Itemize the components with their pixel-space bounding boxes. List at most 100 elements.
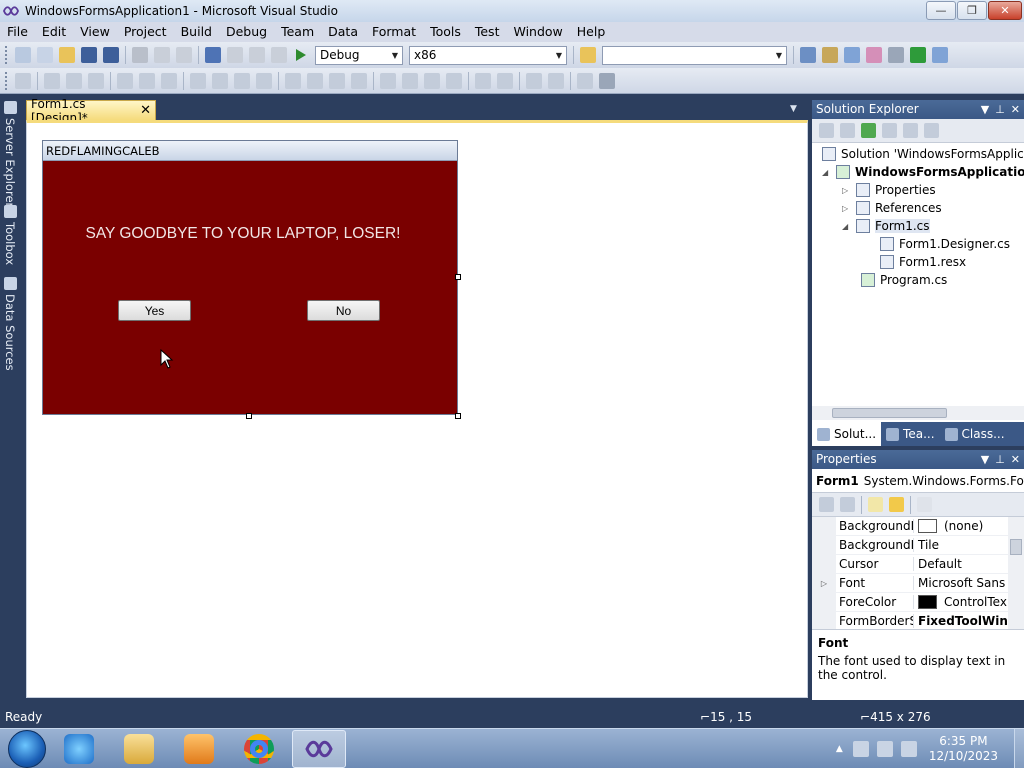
toolbar-grip[interactable] [5, 71, 9, 90]
property-row[interactable]: ForeColor ControlTex [812, 592, 1008, 612]
cut-icon[interactable] [132, 47, 148, 63]
property-row[interactable]: ▷ Font Microsoft Sans S [812, 573, 1008, 593]
object-selector[interactable]: Form1 System.Windows.Forms.Fo ▼ [812, 469, 1024, 493]
new-project-icon[interactable] [15, 47, 31, 63]
data-sources-tab[interactable]: Data Sources [2, 277, 18, 371]
tree-item-properties[interactable]: ▷ Properties [842, 181, 936, 199]
property-row[interactable]: Cursor Default [812, 554, 1008, 574]
menu-team[interactable]: Team [274, 22, 321, 42]
menu-tools[interactable]: Tools [423, 22, 468, 42]
menu-project[interactable]: Project [117, 22, 174, 42]
align-bottoms-icon[interactable] [161, 72, 177, 89]
solution-explorer-icon[interactable] [800, 47, 816, 63]
center-horizontally-icon[interactable] [475, 72, 491, 89]
start-debugging-icon[interactable] [296, 49, 306, 61]
object-browser-icon[interactable] [844, 47, 860, 63]
menu-format[interactable]: Format [365, 22, 423, 42]
server-explorer-tab[interactable]: Server Explorer [2, 101, 18, 207]
property-row[interactable]: BackgroundIr Tile [812, 535, 1008, 555]
vertical-spacing-remove-icon[interactable] [446, 72, 462, 89]
horizontal-spacing-increase-icon[interactable] [307, 72, 323, 89]
paste-icon[interactable] [176, 47, 192, 63]
menu-edit[interactable]: Edit [35, 22, 73, 42]
form-message-label[interactable]: SAY GOODBYE TO YOUR LAPTOP, LOSER! [43, 225, 443, 243]
menu-file[interactable]: File [0, 22, 35, 42]
start-page-icon[interactable] [910, 47, 926, 63]
dropdown-icon[interactable]: ▼ [981, 450, 989, 469]
network-icon[interactable] [876, 741, 893, 757]
redo-icon[interactable] [227, 47, 243, 63]
show-desktop-button[interactable] [1014, 729, 1024, 768]
show-hidden-icons-icon[interactable]: ▲ [836, 744, 843, 754]
minimize-button[interactable]: — [926, 1, 956, 20]
clock[interactable]: 6:35 PM 12/10/2023 [929, 734, 998, 764]
scrollbar-thumb[interactable] [1010, 539, 1022, 555]
align-lefts-icon[interactable] [44, 72, 60, 89]
make-same-size-icon[interactable] [256, 72, 272, 89]
view-code-icon[interactable] [882, 123, 897, 138]
expand-icon[interactable]: ▷ [842, 204, 852, 213]
tab-class-view[interactable]: Class... [940, 422, 1010, 446]
toolbox-tab[interactable]: Toolbox [2, 205, 18, 265]
taskbar-internet-explorer[interactable] [52, 730, 106, 768]
toolbox-icon[interactable] [866, 47, 882, 63]
resize-handle-corner[interactable] [455, 413, 461, 419]
dropdown-icon[interactable]: ▼ [981, 100, 989, 119]
menu-test[interactable]: Test [468, 22, 507, 42]
close-icon[interactable]: ✕ [140, 103, 151, 118]
tree-item-form1[interactable]: ◢ Form1.cs [842, 217, 930, 235]
tab-solution-explorer[interactable]: Solut... [812, 422, 882, 446]
menu-window[interactable]: Window [506, 22, 569, 42]
horizontal-spacing-remove-icon[interactable] [351, 72, 367, 89]
tab-form1-design[interactable]: Form1.cs [Design]* ✕ [26, 97, 156, 125]
properties-window-icon[interactable] [822, 47, 838, 63]
send-to-back-icon[interactable] [548, 72, 564, 89]
bring-to-front-icon[interactable] [526, 72, 542, 89]
menu-debug[interactable]: Debug [219, 22, 274, 42]
vertical-spacing-equal-icon[interactable] [380, 72, 396, 89]
copy-icon[interactable] [154, 47, 170, 63]
view-designer-icon[interactable] [903, 123, 918, 138]
property-row[interactable]: FormBorderSt FixedToolWind [812, 611, 1008, 629]
menu-help[interactable]: Help [570, 22, 613, 42]
action-center-icon[interactable] [852, 741, 869, 757]
events-lightning-icon[interactable] [889, 497, 904, 512]
tree-item-project[interactable]: ◢ WindowsFormsApplication1 [822, 163, 1024, 181]
tree-item-solution[interactable]: Solution 'WindowsFormsApplica [822, 145, 1024, 163]
undo-icon[interactable] [205, 47, 221, 63]
volume-muted-icon[interactable] [900, 741, 917, 757]
toolbar-options-icon[interactable] [932, 47, 948, 63]
horizontal-spacing-decrease-icon[interactable] [329, 72, 345, 89]
maximize-button[interactable]: ❐ [957, 1, 987, 20]
align-centers-icon[interactable] [66, 72, 82, 89]
no-button[interactable]: No [307, 300, 380, 321]
expand-icon[interactable]: ▷ [812, 573, 836, 593]
tree-item-form1-resx[interactable]: Form1.resx [880, 253, 966, 271]
vertical-spacing-decrease-icon[interactable] [424, 72, 440, 89]
resize-handle-right[interactable] [455, 274, 461, 280]
navigate-backward-icon[interactable] [249, 47, 265, 63]
align-rights-icon[interactable] [88, 72, 104, 89]
collapse-icon[interactable]: ◢ [822, 168, 832, 177]
property-pages-icon[interactable] [917, 497, 932, 512]
open-file-icon[interactable] [59, 47, 75, 63]
tab-order-icon[interactable] [577, 72, 593, 89]
view-class-diagram-icon[interactable] [924, 123, 939, 138]
taskbar-chrome[interactable] [232, 730, 286, 768]
tree-item-form1-designer[interactable]: Form1.Designer.cs [880, 235, 1010, 253]
toolbar-options-icon[interactable] [599, 72, 615, 89]
make-same-height-icon[interactable] [234, 72, 250, 89]
chevron-down-icon[interactable]: ▼ [790, 104, 797, 114]
align-middles-icon[interactable] [139, 72, 155, 89]
horizontal-spacing-equal-icon[interactable] [285, 72, 301, 89]
taskbar-file-explorer[interactable] [112, 730, 166, 768]
alphabetical-icon[interactable] [840, 497, 855, 512]
tree-item-references[interactable]: ▷ References [842, 199, 942, 217]
pin-icon[interactable]: ⊥ [995, 450, 1005, 469]
taskbar-visual-studio[interactable] [292, 729, 346, 768]
yes-button[interactable]: Yes [118, 300, 191, 321]
center-vertically-icon[interactable] [497, 72, 513, 89]
form-preview[interactable]: REDFLAMINGCALEB SAY GOODBYE TO YOUR LAPT… [42, 140, 458, 415]
categorized-icon[interactable] [819, 497, 834, 512]
add-item-icon[interactable] [37, 47, 53, 63]
